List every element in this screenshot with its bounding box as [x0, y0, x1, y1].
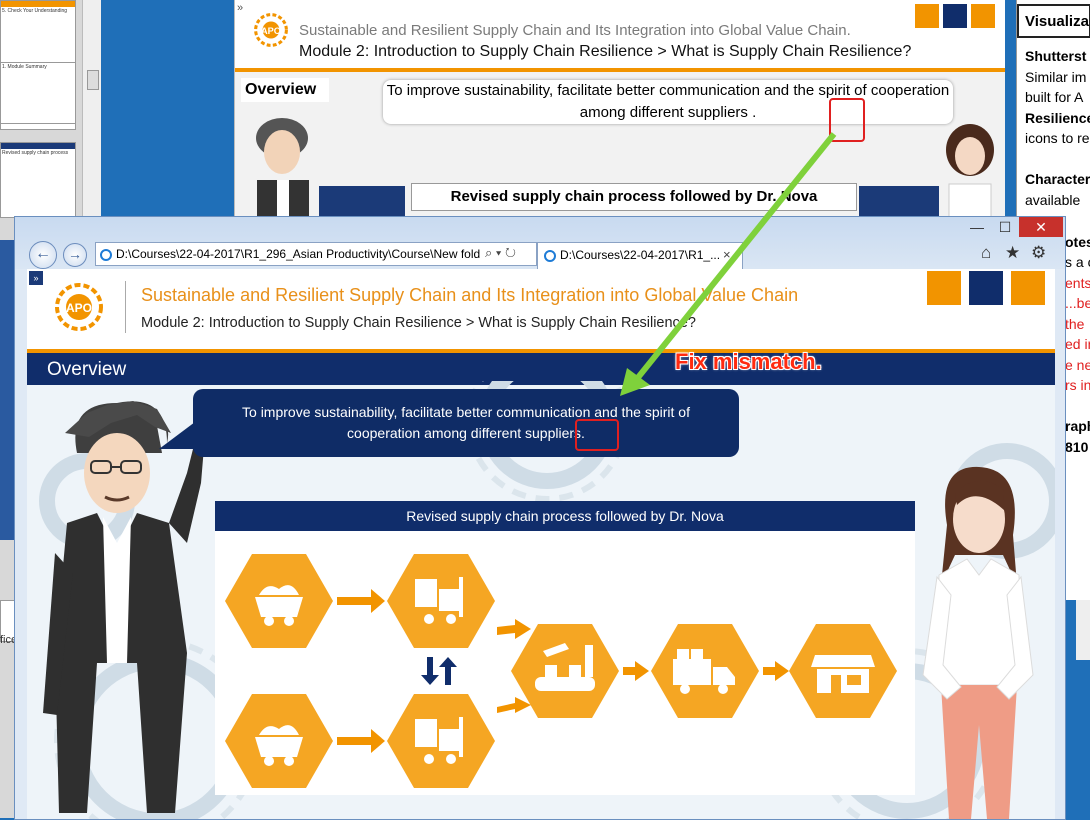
annotation-arrow-icon	[620, 132, 837, 396]
